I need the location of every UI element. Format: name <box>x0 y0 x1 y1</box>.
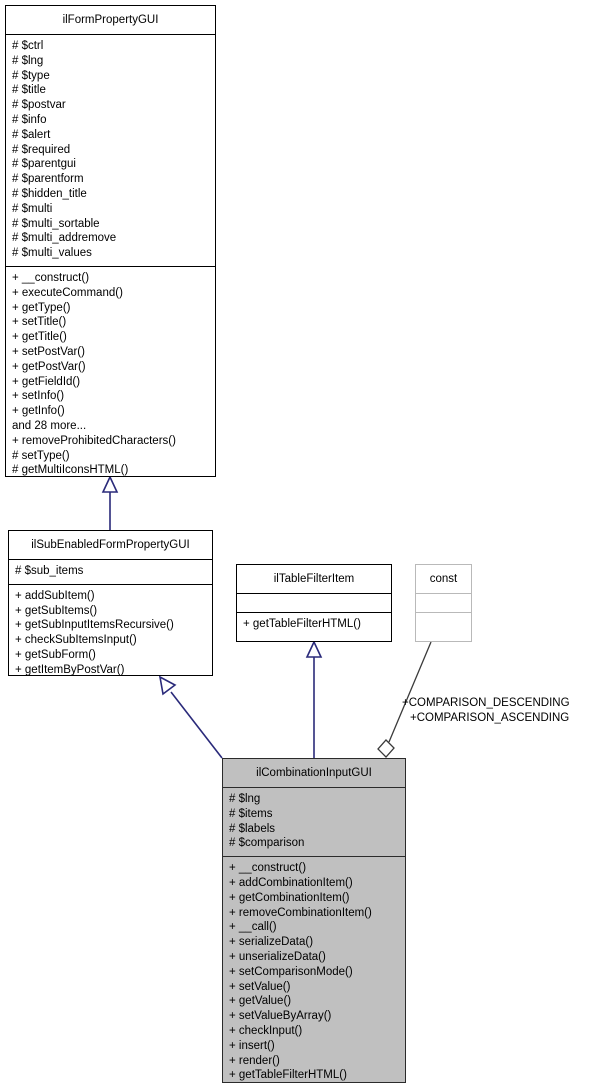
generalization-combination-to-subenabled <box>158 675 223 759</box>
class-title: ilFormPropertyGUI <box>62 14 159 26</box>
operation-row: + setValueByArray() <box>229 1010 332 1023</box>
operation-row: + serializeData() <box>229 936 314 949</box>
class-box-ilcombinationinputgui[interactable]: ilCombinationInputGUI # $lng # $items # … <box>222 758 406 1083</box>
class-box-iltablefilteritem[interactable]: ilTableFilterItem + getTableFilterHTML() <box>236 564 392 642</box>
operation-row: + getTableFilterHTML() <box>243 618 361 630</box>
attributes-compartment: # $ctrl # $lng # $type # $title # $postv… <box>6 35 215 266</box>
operations-compartment: + getTableFilterHTML() <box>237 613 391 637</box>
attributes-compartment: # $sub_items <box>9 560 212 584</box>
uml-class-diagram: ilFormPropertyGUI # $ctrl # $lng # $type… <box>0 0 610 1088</box>
operations-compartment: + __construct() + addCombinationItem() +… <box>223 857 405 1088</box>
operation-row: + getType() <box>12 301 71 314</box>
attribute-row: # $type <box>12 69 50 82</box>
operation-row: + unserializeData() <box>229 950 326 963</box>
operations-compartment <box>416 613 471 631</box>
operations-compartment: + __construct() + executeCommand() + get… <box>6 267 215 483</box>
generalization-combination-to-tablefilteritem <box>305 640 323 758</box>
attribute-row: # $postvar <box>12 99 66 112</box>
operation-row: + setTitle() <box>12 316 67 329</box>
operation-row: + getTableFilterHTML() <box>229 1069 347 1082</box>
operation-row: + getCombinationItem() <box>229 891 350 904</box>
operation-row: + executeCommand() <box>12 286 123 299</box>
operation-row: + __construct() <box>12 271 90 284</box>
attribute-row: # $title <box>12 84 46 97</box>
attribute-row: # $parentgui <box>12 158 76 171</box>
generalization-subenabled-to-formproperty <box>101 475 119 530</box>
attribute-row: # $multi_addremove <box>12 232 117 245</box>
attributes-compartment <box>237 594 391 612</box>
operation-row: + render() <box>229 1054 280 1067</box>
operation-row: + getInfo() <box>12 405 65 418</box>
operation-row: + getSubInputItemsRecursive() <box>15 619 174 632</box>
operation-row: + removeCombinationItem() <box>229 906 372 919</box>
operation-row: + setValue() <box>229 980 291 993</box>
class-title: ilTableFilterItem <box>273 573 355 585</box>
attribute-row: # $info <box>12 113 47 126</box>
operation-row: + setInfo() <box>12 390 65 403</box>
operation-row: + setPostVar() <box>12 345 85 358</box>
operation-row: + removeProhibitedCharacters() <box>12 434 176 447</box>
attributes-compartment: # $lng # $items # $labels # $comparison <box>223 788 405 856</box>
class-box-const[interactable]: const <box>415 564 472 642</box>
attribute-row: # $hidden_title <box>12 187 87 200</box>
operation-row: + addSubItem() <box>15 589 95 602</box>
attributes-compartment <box>416 594 471 612</box>
class-title: ilCombinationInputGUI <box>256 767 372 779</box>
operation-row: + addCombinationItem() <box>229 876 353 889</box>
attribute-row: # $multi_values <box>12 247 92 260</box>
operation-more-row: and 28 more... <box>12 419 87 432</box>
operation-row: + getSubForm() <box>15 648 96 661</box>
class-box-ilsubenabledformpropertygui[interactable]: ilSubEnabledFormPropertyGUI # $sub_items… <box>8 530 213 676</box>
operation-row: + getSubItems() <box>15 604 98 617</box>
attribute-row: # $required <box>12 143 71 156</box>
attribute-row: # $alert <box>12 128 51 141</box>
operations-compartment: + addSubItem() + getSubItems() + getSubI… <box>9 585 212 683</box>
attribute-row: # $labels <box>229 822 276 835</box>
operation-row: + __construct() <box>229 862 307 875</box>
operation-row: # setType() <box>12 449 70 462</box>
operation-row: + checkInput() <box>229 1024 303 1037</box>
class-title: const <box>429 573 458 585</box>
operation-row: + insert() <box>229 1039 275 1052</box>
attribute-row: # $ctrl <box>12 40 44 52</box>
operation-row: + getFieldId() <box>12 375 81 388</box>
operation-row: + __call() <box>229 921 277 934</box>
attribute-row: # $multi <box>12 202 53 215</box>
operation-row: + checkSubItemsInput() <box>15 634 137 647</box>
operation-row: + getPostVar() <box>12 360 86 373</box>
attribute-row: # $lng <box>12 54 44 67</box>
aggregation-label: +COMPARISON_DESCENDING +COMPARISON_ASCEN… <box>402 696 570 726</box>
attribute-row: # $items <box>229 807 273 820</box>
operation-row: + getTitle() <box>12 331 67 344</box>
attribute-row: # $multi_sortable <box>12 217 100 230</box>
attribute-row: # $lng <box>229 793 261 805</box>
attribute-row: # $sub_items <box>15 565 84 577</box>
attribute-row: # $parentform <box>12 173 84 186</box>
class-title: ilSubEnabledFormPropertyGUI <box>31 539 190 551</box>
aggregation-label-line-2: +COMPARISON_ASCENDING <box>410 712 570 724</box>
operation-row: + getItemByPostVar() <box>15 663 125 676</box>
operation-row: + setComparisonMode() <box>229 965 353 978</box>
attribute-row: # $comparison <box>229 837 305 850</box>
aggregation-label-line-1: +COMPARISON_DESCENDING <box>402 697 570 709</box>
class-box-ilformpropertygui[interactable]: ilFormPropertyGUI # $ctrl # $lng # $type… <box>5 5 216 477</box>
operation-row: + getValue() <box>229 995 292 1008</box>
operation-row: # getMultiIconsHTML() <box>12 464 129 477</box>
